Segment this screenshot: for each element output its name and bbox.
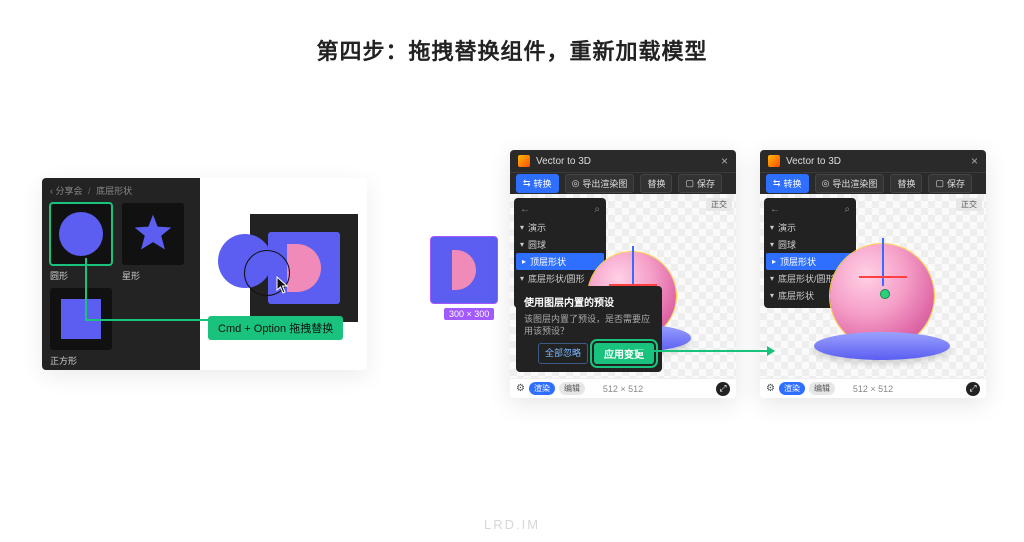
replace-button[interactable]: 替换	[640, 174, 672, 193]
drag-hint-badge: Cmd + Option 拖拽替换	[208, 316, 343, 340]
asset-label: 正方形	[50, 354, 112, 367]
tree-row-scene[interactable]: ▾演示	[764, 219, 856, 236]
link-icon: ⇆	[523, 178, 531, 189]
convert-button[interactable]: ⇆转换	[516, 174, 559, 193]
save-icon: ▢	[935, 178, 944, 189]
asset-item-star[interactable]: 星形	[122, 203, 184, 282]
plugin-logo-icon	[518, 155, 530, 167]
save-icon: ▢	[685, 178, 694, 189]
step-title: 第四步：拖拽替换组件，重新加载模型	[0, 34, 1024, 66]
expand-icon[interactable]: ⤢	[716, 382, 730, 396]
figma-canvas-mock: ‹ 分享会 / 底层形状 圆形 星形 正方形	[42, 178, 367, 370]
breadcrumb-back-icon[interactable]: ‹	[50, 186, 53, 196]
asset-item-circle[interactable]: 圆形	[50, 203, 112, 282]
plugin-toolbar: ⇆转换 ◎导出渲染图 替换 ▢保存	[760, 172, 986, 194]
link-icon: ⇆	[773, 178, 781, 189]
plugin-title: Vector to 3D	[786, 156, 841, 167]
back-icon[interactable]: ←	[520, 204, 530, 215]
square-icon	[61, 299, 101, 339]
plugin-header[interactable]: Vector to 3D ×	[510, 150, 736, 172]
watermark: LRD.IM	[0, 517, 1024, 532]
apply-changes-button[interactable]: 应用变更	[594, 343, 654, 364]
breadcrumb-root[interactable]: 分享会	[56, 186, 83, 196]
render-preview	[830, 244, 934, 358]
close-icon[interactable]: ×	[721, 154, 728, 168]
projection-tag[interactable]: 正交	[956, 198, 982, 211]
gizmo-handle-icon[interactable]	[880, 289, 890, 299]
camera-icon: ◎	[822, 178, 830, 189]
camera-icon: ◎	[572, 178, 580, 189]
export-button[interactable]: ◎导出渲染图	[565, 174, 635, 193]
render-mode-chip[interactable]: 渲染	[779, 382, 805, 395]
plugin-panel-after: Vector to 3D × ⇆转换 ◎导出渲染图 替换 ▢保存 ←⌕ ▾演示 …	[760, 150, 986, 398]
popup-title: 使用图层内置的预设	[524, 294, 654, 309]
plugin-logo-icon	[768, 155, 780, 167]
save-button[interactable]: ▢保存	[928, 174, 972, 193]
breadcrumb[interactable]: ‹ 分享会 / 底层形状	[50, 184, 192, 197]
asset-panel: ‹ 分享会 / 底层形状 圆形 星形 正方形	[42, 178, 200, 370]
gear-icon[interactable]: ⚙	[516, 383, 525, 394]
search-icon[interactable]: ⌕	[844, 204, 850, 215]
plugin-header[interactable]: Vector to 3D ×	[760, 150, 986, 172]
projection-tag[interactable]: 正交	[706, 198, 732, 211]
search-icon[interactable]: ⌕	[594, 204, 600, 215]
popup-desc: 该图层内置了预设，是否需要应用该预设？	[524, 313, 654, 337]
render-size: 512 × 512	[853, 384, 893, 394]
gear-icon[interactable]: ⚙	[766, 383, 775, 394]
expand-icon[interactable]: ⤢	[966, 382, 980, 396]
plugin-footer: ⚙ 渲染 编辑 512 × 512 ⤢	[510, 378, 736, 398]
gizmo-axis-icon	[882, 238, 884, 286]
breadcrumb-sep: /	[88, 186, 91, 196]
selection-size-badge: 300 × 300	[444, 308, 494, 320]
breadcrumb-current: 底层形状	[96, 186, 132, 196]
edit-mode-chip[interactable]: 编辑	[809, 382, 835, 395]
preset-popup: 使用图层内置的预设 该图层内置了预设，是否需要应用该预设？ 全部忽略 应用变更	[516, 286, 662, 372]
back-icon[interactable]: ←	[770, 204, 780, 215]
asset-label: 圆形	[50, 269, 112, 282]
cursor-icon	[276, 276, 290, 294]
tree-row[interactable]: ▾圆球	[514, 236, 606, 253]
star-icon	[131, 211, 175, 258]
asset-label: 星形	[122, 269, 184, 282]
edit-mode-chip[interactable]: 编辑	[559, 382, 585, 395]
export-button[interactable]: ◎导出渲染图	[815, 174, 885, 193]
circle-icon	[59, 212, 103, 256]
selected-layer-swatch[interactable]	[430, 236, 498, 304]
tree-row-scene[interactable]: ▾演示	[514, 219, 606, 236]
half-circle-icon	[452, 250, 476, 290]
plugin-footer: ⚙ 渲染 编辑 512 × 512 ⤢	[760, 378, 986, 398]
replace-button[interactable]: 替换	[890, 174, 922, 193]
convert-button[interactable]: ⇆转换	[766, 174, 809, 193]
close-icon[interactable]: ×	[971, 154, 978, 168]
viewport-3d[interactable]: ←⌕ ▾演示 ▾圆球 ▸顶层形状 ▾底层形状/圆形 ▾底层形状 正交	[760, 194, 986, 378]
half-circle-icon	[287, 244, 321, 292]
plugin-title: Vector to 3D	[536, 156, 591, 167]
asset-item-square[interactable]: 正方形	[50, 288, 112, 367]
plugin-panel-before: Vector to 3D × ⇆转换 ◎导出渲染图 替换 ▢保存 ←⌕ ▾演示 …	[510, 150, 736, 398]
flow-arrow	[638, 350, 774, 352]
plugin-toolbar: ⇆转换 ◎导出渲染图 替换 ▢保存	[510, 172, 736, 194]
ignore-all-button[interactable]: 全部忽略	[538, 343, 588, 364]
render-size: 512 × 512	[603, 384, 643, 394]
render-mode-chip[interactable]: 渲染	[529, 382, 555, 395]
save-button[interactable]: ▢保存	[678, 174, 722, 193]
canvas-area[interactable]	[200, 178, 367, 370]
